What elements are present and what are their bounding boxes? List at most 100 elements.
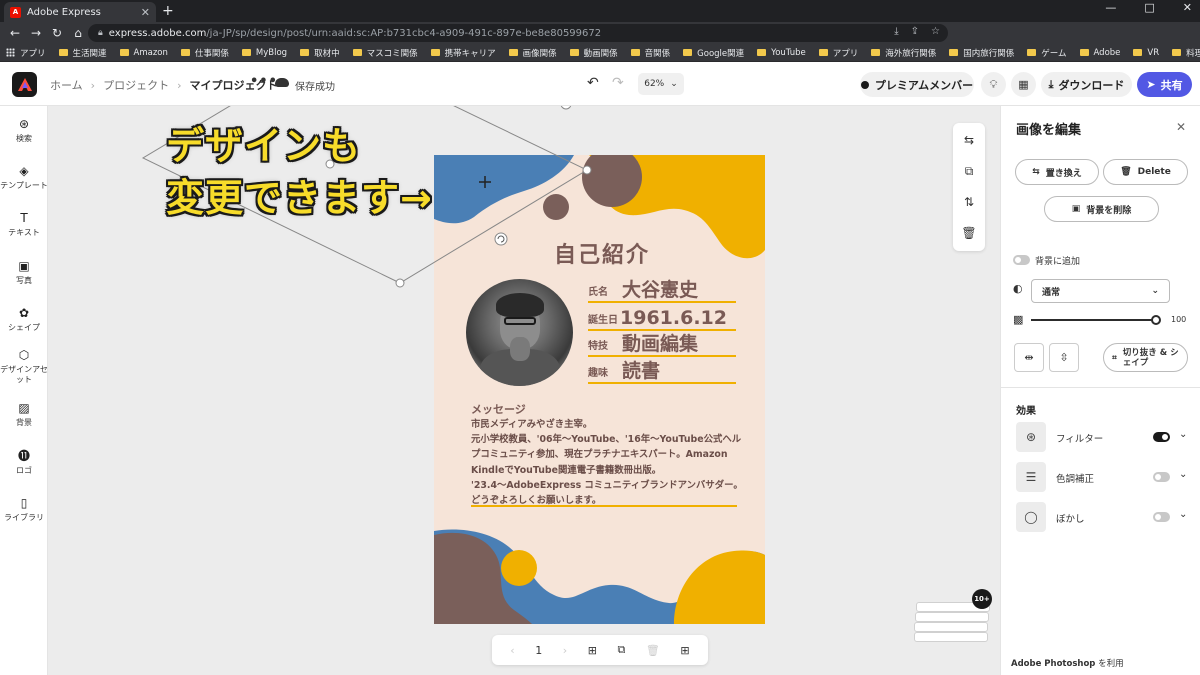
rail-background[interactable]: ▨ 背景 bbox=[0, 402, 48, 428]
chevron-down-icon[interactable]: ⌄ bbox=[1179, 509, 1187, 520]
delete-button[interactable]: 🗑︎ Delete bbox=[1103, 159, 1188, 185]
next-page-icon[interactable]: › bbox=[563, 644, 567, 657]
blend-mode-select[interactable]: 通常 ⌄ bbox=[1031, 279, 1170, 303]
photoshop-credit: Adobe Photoshop を利用 bbox=[1011, 657, 1124, 669]
bookmark-item[interactable]: 料理関係 bbox=[1172, 47, 1200, 59]
bookmark-item[interactable]: 音関係 bbox=[630, 47, 670, 59]
profile-photo[interactable] bbox=[466, 279, 573, 386]
bookmark-item[interactable]: 仕事関係 bbox=[180, 47, 229, 59]
bookmark-item[interactable]: マスコミ関係 bbox=[352, 47, 418, 59]
undo-icon[interactable]: ↶ bbox=[587, 75, 599, 91]
rail-templates[interactable]: ◈ テンプレート bbox=[0, 165, 48, 191]
bookmark-item[interactable]: 画像関係 bbox=[508, 47, 557, 59]
bookmark-item[interactable]: Amazon bbox=[119, 48, 168, 58]
message-body[interactable]: 市民メディアみやざき主宰。 元小学校教員、'06年〜YouTube、'16年〜Y… bbox=[471, 417, 746, 508]
bookmark-item[interactable]: アプリ bbox=[6, 47, 46, 59]
add-to-background-toggle[interactable] bbox=[1013, 255, 1030, 265]
remove-background-button[interactable]: ▣ 背景を削除 bbox=[1044, 196, 1159, 222]
tab-close-icon[interactable]: ✕ bbox=[141, 6, 150, 19]
back-icon[interactable]: ← bbox=[9, 26, 21, 40]
adobe-express-logo[interactable] bbox=[12, 72, 37, 97]
breadcrumb-projects[interactable]: プロジェクト bbox=[103, 77, 169, 93]
message-title[interactable]: メッセージ bbox=[471, 401, 526, 417]
bookmark-star-icon[interactable]: ☆ bbox=[931, 26, 940, 37]
rail-search[interactable]: ⊛ 検索 bbox=[0, 118, 48, 144]
adjust-icon[interactable]: ⇅ bbox=[953, 195, 985, 209]
download-button[interactable]: ⤓ ダウンロード bbox=[1041, 72, 1132, 97]
chevron-down-icon[interactable]: ⌄ bbox=[1179, 429, 1187, 440]
blur-toggle[interactable] bbox=[1153, 512, 1170, 522]
flip-vertical-icon[interactable]: ⇳ bbox=[1049, 343, 1079, 372]
delete-page-icon[interactable]: 🗑︎ bbox=[646, 644, 660, 657]
crop-shape-button[interactable]: ⌗ 切り抜き & シェイプ bbox=[1103, 343, 1188, 372]
bookmark-item[interactable]: 国内旅行関係 bbox=[949, 47, 1014, 59]
bookmark-item[interactable]: 海外旅行関係 bbox=[871, 47, 936, 59]
info-row-skill[interactable]: 特技 動画編集 bbox=[588, 331, 736, 357]
maximize-button[interactable]: □ bbox=[1144, 1, 1154, 14]
effect-color-adjust[interactable]: ☰ 色調補正 ⌄ bbox=[1016, 462, 1191, 492]
bookmark-item[interactable]: Google関連 bbox=[683, 47, 744, 59]
minimize-button[interactable]: — bbox=[1105, 1, 1116, 14]
rail-text[interactable]: T テキスト bbox=[0, 212, 48, 238]
breadcrumb-home[interactable]: ホーム bbox=[50, 77, 83, 93]
close-icon[interactable]: ✕ bbox=[1176, 120, 1186, 134]
home-icon[interactable]: ⌂ bbox=[72, 26, 84, 40]
rail-library[interactable]: ▯ ライブラリ bbox=[0, 497, 48, 523]
bookmark-item[interactable]: YouTube bbox=[757, 48, 806, 58]
reload-icon[interactable]: ↻ bbox=[51, 26, 63, 40]
filter-toggle[interactable] bbox=[1153, 432, 1170, 442]
duplicate-icon[interactable]: ⧉ bbox=[953, 164, 985, 179]
design-canvas[interactable]: 自己紹介 氏名 大谷憲史 誕生日 1961.6.12 特技 動画編集 趣味 読書… bbox=[48, 106, 1000, 675]
rail-photos[interactable]: ▣ 写真 bbox=[0, 260, 48, 286]
close-window-button[interactable]: ✕ bbox=[1183, 1, 1192, 14]
bookmark-item[interactable]: 携帯キャリア bbox=[430, 47, 496, 59]
effect-blur[interactable]: ◯ ぼかし ⌄ bbox=[1016, 502, 1191, 532]
bookmark-item[interactable]: 生活関連 bbox=[58, 47, 107, 59]
info-row-birthday[interactable]: 誕生日 1961.6.12 bbox=[588, 305, 736, 331]
bookmark-item[interactable]: MyBlog bbox=[241, 48, 287, 58]
forward-icon[interactable]: → bbox=[30, 26, 42, 40]
zoom-dropdown[interactable]: 62% ⌄ bbox=[638, 73, 684, 95]
add-page-icon[interactable]: ⊞ bbox=[588, 644, 597, 657]
install-app-icon[interactable]: ⤓ bbox=[894, 26, 898, 37]
flip-horizontal-icon[interactable]: ⇹ bbox=[1014, 343, 1044, 372]
grid-view-icon[interactable]: ⊞ bbox=[680, 644, 689, 657]
chevron-down-icon[interactable]: ⌄ bbox=[1179, 469, 1187, 480]
prev-page-icon[interactable]: ‹ bbox=[510, 644, 514, 657]
bookmark-item[interactable]: ゲーム bbox=[1027, 47, 1067, 59]
color-adjust-toggle[interactable] bbox=[1153, 472, 1170, 482]
replace-button[interactable]: ⇆ 置き換え bbox=[1015, 159, 1099, 185]
bookmark-item[interactable]: アプリ bbox=[818, 47, 858, 59]
resize-handle[interactable] bbox=[395, 278, 405, 288]
trash-icon[interactable]: 🗑︎ bbox=[953, 226, 985, 240]
lightbulb-icon[interactable]: 💡︎ bbox=[981, 72, 1006, 97]
browser-tab[interactable]: A Adobe Express ✕ bbox=[4, 2, 156, 22]
share-button[interactable]: ➤ 共有 bbox=[1137, 72, 1192, 97]
premium-member-button[interactable]: プレミアムメンバー bbox=[860, 72, 974, 97]
calendar-icon[interactable]: ▦ bbox=[1011, 72, 1036, 97]
share-page-icon[interactable]: ⇪ bbox=[911, 26, 919, 37]
swap-icon[interactable]: ⇆ bbox=[953, 133, 985, 147]
info-row-hobby[interactable]: 趣味 読書 bbox=[588, 358, 736, 384]
rail-design-assets[interactable]: ⬡ デザインアセット bbox=[0, 349, 48, 385]
opacity-slider-thumb[interactable] bbox=[1151, 315, 1161, 325]
opacity-slider-track[interactable] bbox=[1031, 319, 1154, 321]
rail-logo[interactable]: ⓫ ロゴ bbox=[0, 450, 48, 476]
resize-handle[interactable] bbox=[560, 106, 572, 110]
design-page[interactable]: 自己紹介 氏名 大谷憲史 誕生日 1961.6.12 特技 動画編集 趣味 読書… bbox=[434, 155, 765, 624]
bookmark-item[interactable]: Adobe bbox=[1079, 48, 1120, 58]
crop-label: 切り抜き & シェイプ bbox=[1122, 347, 1179, 368]
bookmark-item[interactable]: 取材中 bbox=[300, 47, 340, 59]
effect-filter[interactable]: ⊛ フィルター ⌄ bbox=[1016, 422, 1191, 452]
bookmark-item[interactable]: VR bbox=[1133, 48, 1159, 58]
more-options-button[interactable]: ••• bbox=[250, 74, 278, 89]
info-row-name[interactable]: 氏名 大谷憲史 bbox=[588, 277, 736, 303]
bookmark-item[interactable]: 動画関係 bbox=[569, 47, 618, 59]
new-tab-button[interactable]: + bbox=[162, 2, 174, 20]
rail-shapes[interactable]: ✿ シェイプ bbox=[0, 307, 48, 333]
annotation-headline: デザインも 変更できます→ bbox=[166, 120, 433, 224]
url-input[interactable]: 🔒︎ express.adobe.com /ja-JP/sp/design/po… bbox=[88, 24, 948, 42]
duplicate-page-icon[interactable]: ⧉ bbox=[617, 643, 625, 657]
page-title[interactable]: 自己紹介 bbox=[554, 237, 650, 269]
redo-icon[interactable]: ↷ bbox=[612, 75, 624, 91]
